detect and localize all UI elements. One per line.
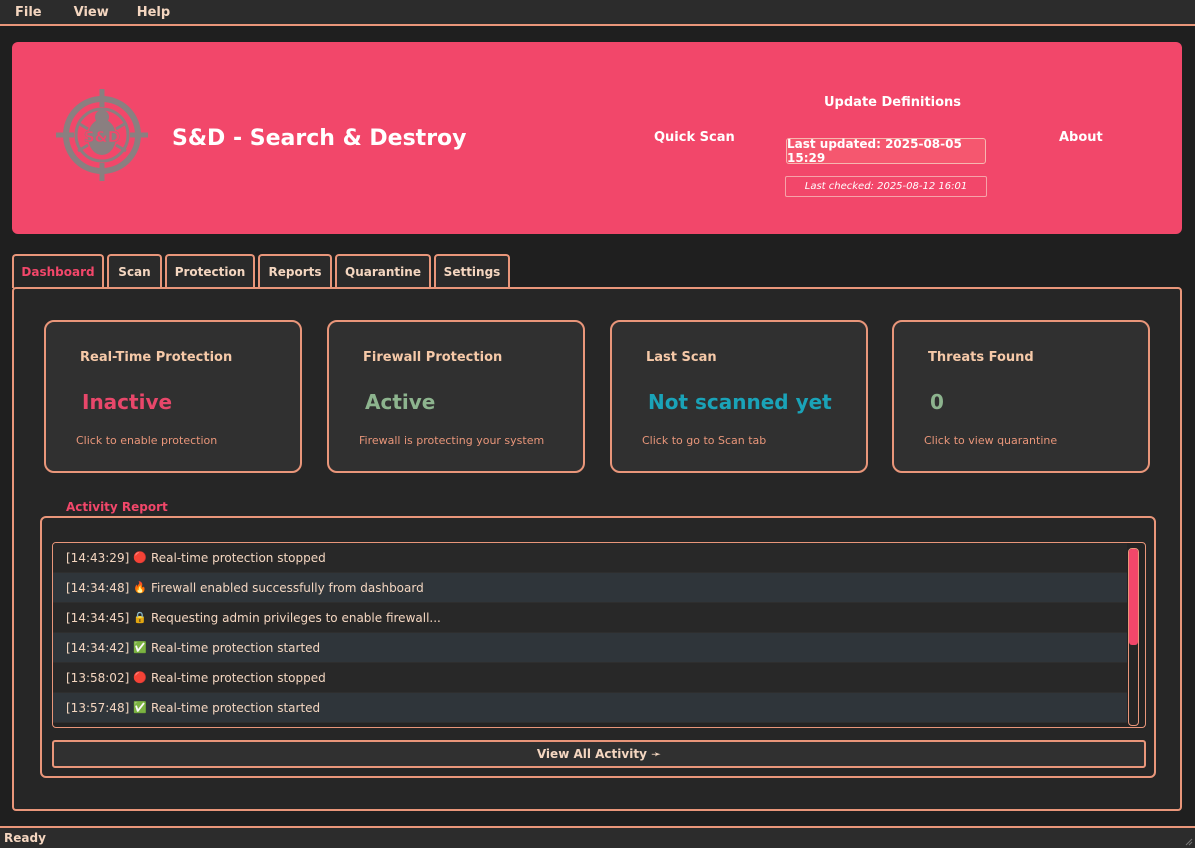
menu-file[interactable]: File <box>0 5 60 20</box>
status-bar: Ready <box>0 826 1195 848</box>
log-time: [14:34:45] <box>66 610 130 625</box>
tab-protection[interactable]: Protection <box>165 254 255 288</box>
card-hint: Click to enable protection <box>76 434 218 447</box>
list-item[interactable]: [14:34:42] ✅ Real-time protection starte… <box>53 633 1127 663</box>
about-button[interactable]: About <box>1059 130 1103 145</box>
log-text: Real-time protection stopped <box>150 550 326 565</box>
tab-settings[interactable]: Settings <box>434 254 510 288</box>
card-last-scan[interactable]: Last Scan Not scanned yet Click to go to… <box>610 320 868 473</box>
list-item[interactable]: [14:34:45] 🔒 Requesting admin privileges… <box>53 603 1127 633</box>
card-status-value: Inactive <box>82 390 173 414</box>
activity-report-box: [14:43:29] 🔴 Real-time protection stoppe… <box>40 516 1156 778</box>
menu-bar: File View Help <box>0 0 1195 26</box>
card-threats-found[interactable]: Threats Found 0 Click to view quarantine <box>892 320 1150 473</box>
tab-reports[interactable]: Reports <box>258 254 332 288</box>
list-item[interactable]: [14:43:29] 🔴 Real-time protection stoppe… <box>53 543 1127 573</box>
log-time: [13:57:48] <box>66 700 130 715</box>
list-item[interactable]: [13:57:48] ✅ Real-time protection starte… <box>53 693 1127 723</box>
view-all-activity-button[interactable]: View All Activity ➛ <box>52 740 1146 768</box>
card-realtime-protection[interactable]: Real-Time Protection Inactive Click to e… <box>44 320 302 473</box>
card-hint: Click to go to Scan tab <box>642 434 767 447</box>
activity-report-label: Activity Report <box>66 500 168 514</box>
tab-dashboard[interactable]: Dashboard <box>12 254 104 288</box>
tab-quarantine[interactable]: Quarantine <box>335 254 431 288</box>
activity-log-list: [14:43:29] 🔴 Real-time protection stoppe… <box>52 542 1146 728</box>
last-checked-label: Last checked: 2025-08-12 16:01 <box>785 176 987 197</box>
log-text: Requesting admin privileges to enable fi… <box>150 610 441 625</box>
check-icon: ✅ <box>133 701 147 714</box>
card-firewall-protection[interactable]: Firewall Protection Active Firewall is p… <box>327 320 585 473</box>
list-item[interactable]: [13:58:02] 🔴 Real-time protection stoppe… <box>53 663 1127 693</box>
fire-icon: 🔥 <box>133 581 147 594</box>
card-title: Firewall Protection <box>363 350 503 365</box>
svg-text:S&D: S&D <box>84 128 120 146</box>
update-definitions-button[interactable]: Update Definitions <box>824 95 961 110</box>
tab-scan[interactable]: Scan <box>107 254 162 288</box>
card-status-value: 0 <box>930 390 944 414</box>
card-hint: Click to view quarantine <box>924 434 1058 447</box>
menu-help[interactable]: Help <box>123 5 184 20</box>
status-text: Ready <box>4 831 46 845</box>
list-item[interactable]: [14:34:48] 🔥 Firewall enabled successful… <box>53 573 1127 603</box>
card-status-value: Active <box>365 390 436 414</box>
card-hint: Firewall is protecting your system <box>359 434 545 447</box>
red-circle-icon: 🔴 <box>133 671 147 684</box>
logo: S&D <box>56 89 148 181</box>
log-text: Firewall enabled successfully from dashb… <box>150 580 424 595</box>
header-banner: S&D S&D - Search & Destroy Quick Scan Up… <box>12 42 1182 234</box>
log-time: [14:43:29] <box>66 550 130 565</box>
app-title: S&D - Search & Destroy <box>172 126 467 151</box>
card-title: Real-Time Protection <box>80 350 233 365</box>
lock-icon: 🔒 <box>133 611 147 624</box>
tab-bar: Dashboard Scan Protection Reports Quaran… <box>12 254 513 288</box>
last-updated-label: Last updated: 2025-08-05 15:29 <box>786 137 986 165</box>
resize-grip-icon[interactable] <box>1183 836 1193 846</box>
log-time: [14:34:48] <box>66 580 130 595</box>
log-text: Real-time protection started <box>150 640 321 655</box>
log-time: [13:58:02] <box>66 670 130 685</box>
activity-scrollbar[interactable] <box>1128 548 1139 726</box>
scrollbar-thumb[interactable] <box>1129 549 1138 645</box>
log-text: Real-time protection stopped <box>150 670 326 685</box>
quick-scan-button[interactable]: Quick Scan <box>654 130 735 145</box>
check-icon: ✅ <box>133 641 147 654</box>
card-status-value: Not scanned yet <box>648 390 832 414</box>
log-time: [14:34:42] <box>66 640 130 655</box>
card-title: Last Scan <box>646 350 717 365</box>
red-circle-icon: 🔴 <box>133 551 147 564</box>
menu-view[interactable]: View <box>60 5 123 20</box>
dashboard-panel: Real-Time Protection Inactive Click to e… <box>12 287 1182 811</box>
card-title: Threats Found <box>928 350 1034 365</box>
log-text: Real-time protection started <box>150 700 321 715</box>
